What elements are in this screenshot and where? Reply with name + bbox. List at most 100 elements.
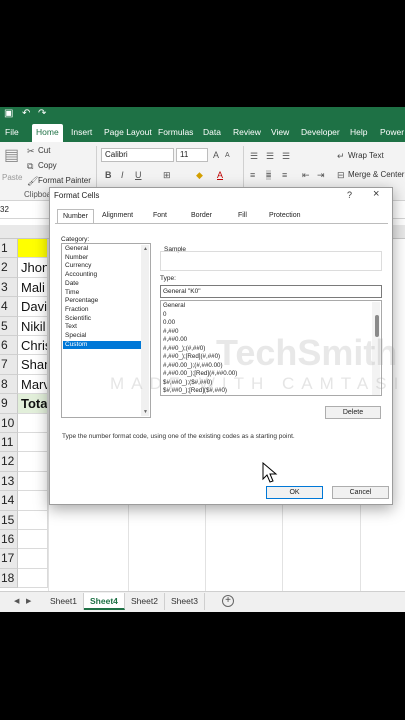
row-header[interactable]: 7 (0, 355, 18, 375)
bold-icon[interactable]: B (105, 170, 112, 180)
row-header[interactable]: 18 (0, 568, 18, 589)
row-header[interactable]: 12 (0, 452, 18, 472)
cell-a1[interactable] (18, 239, 48, 259)
save-icon[interactable]: ▣ (4, 108, 13, 120)
category-item[interactable]: General (63, 245, 141, 254)
cell-a4[interactable]: Davi (18, 297, 48, 317)
cell-a17[interactable] (18, 549, 48, 569)
align-right-icon[interactable]: ≡ (282, 170, 287, 180)
category-item[interactable]: Currency (63, 262, 141, 271)
name-box[interactable]: 32 (0, 205, 9, 214)
redo-icon[interactable]: ↷ (38, 108, 46, 120)
format-painter-icon[interactable]: 🖌 (27, 176, 38, 186)
decrease-indent-icon[interactable]: ⇤ (302, 170, 310, 180)
cell-a6[interactable]: Chris (18, 336, 48, 356)
category-item[interactable]: Accounting (63, 271, 141, 280)
copy-icon[interactable]: ⧉ (27, 161, 33, 171)
ok-button[interactable]: OK (266, 486, 323, 499)
cut-button[interactable]: Cut (38, 146, 50, 156)
align-top-icon[interactable]: ☰ (250, 151, 258, 161)
tab-developer[interactable]: Developer (297, 124, 344, 142)
cell-a14[interactable] (18, 491, 48, 511)
row-header[interactable]: 11 (0, 433, 18, 453)
merge-center-button[interactable]: Merge & Center (348, 170, 404, 180)
sheet-tab-sheet4[interactable]: Sheet4 (84, 593, 125, 610)
row-header[interactable]: 4 (0, 297, 18, 317)
cell-a13[interactable] (18, 471, 48, 492)
category-item[interactable]: Number (63, 254, 141, 263)
scroll-tabs-right-icon[interactable]: ▶ (26, 597, 31, 607)
category-item-selected[interactable]: Custom (63, 340, 141, 350)
tab-home[interactable]: Home (32, 124, 63, 142)
font-size-box[interactable]: 11 (176, 148, 208, 162)
tab-formulas[interactable]: Formulas (154, 124, 197, 142)
category-item[interactable]: Fraction (63, 306, 141, 315)
delete-button[interactable]: Delete (325, 406, 381, 419)
format-code-item[interactable]: #,##0.00_);(#,##0.00) (163, 362, 223, 371)
wrap-text-button[interactable]: Wrap Text (348, 151, 384, 161)
cell-a15[interactable] (18, 510, 48, 530)
fill-color-icon[interactable]: ◆ (196, 170, 203, 180)
sheet-tab-sheet1[interactable]: Sheet1 (44, 593, 84, 610)
tab-view[interactable]: View (267, 124, 293, 142)
close-button[interactable]: × (373, 188, 379, 200)
cell-a3[interactable]: Mali (18, 277, 48, 298)
cancel-button[interactable]: Cancel (332, 486, 389, 499)
wrap-text-icon[interactable]: ↵ (337, 151, 345, 161)
cell-a12[interactable] (18, 452, 48, 472)
scroll-down-icon[interactable]: ▼ (143, 409, 148, 415)
row-header[interactable]: 2 (0, 258, 18, 278)
tab-help[interactable]: Help (346, 124, 371, 142)
tab-data[interactable]: Data (199, 124, 225, 142)
row-header[interactable]: 1 (0, 239, 18, 259)
format-code-item[interactable]: #,##0_);[Red](#,##0) (163, 353, 220, 362)
increase-font-icon[interactable]: A (213, 150, 219, 160)
cell-a9[interactable]: Tota (18, 394, 48, 414)
row-header[interactable]: 15 (0, 510, 18, 530)
format-code-item[interactable]: #,##0_);(#,##0) (163, 345, 205, 354)
add-sheet-button[interactable]: + (222, 595, 234, 607)
copy-button[interactable]: Copy (38, 161, 57, 171)
align-center-icon[interactable]: ≡ (266, 170, 272, 180)
category-item[interactable]: Scientific (63, 315, 141, 324)
decrease-font-icon[interactable]: A (225, 151, 230, 161)
cell-a7[interactable]: Shan (18, 355, 48, 375)
tab-review[interactable]: Review (229, 124, 265, 142)
paste-label[interactable]: Paste (2, 173, 22, 183)
sheet-tab-sheet3[interactable]: Sheet3 (165, 593, 205, 610)
tab-fill[interactable]: Fill (238, 212, 247, 219)
align-middle-icon[interactable]: ☰ (266, 151, 274, 161)
row-header[interactable]: 3 (0, 277, 18, 298)
font-name-box[interactable]: Calibri (101, 148, 174, 162)
cut-icon[interactable]: ✂ (27, 146, 35, 156)
category-item[interactable]: Special (63, 332, 141, 341)
scroll-tabs-left-icon[interactable]: ◀ (14, 597, 19, 607)
borders-icon[interactable]: ⊞ (163, 170, 171, 180)
tab-alignment[interactable]: Alignment (102, 212, 133, 219)
cell-a5[interactable]: Nikil (18, 316, 48, 336)
row-header[interactable]: 17 (0, 549, 18, 569)
merge-center-icon[interactable]: ⊟ (337, 170, 345, 180)
cell-a16[interactable] (18, 530, 48, 550)
increase-indent-icon[interactable]: ⇥ (317, 170, 325, 180)
cell-a8[interactable]: Marv (18, 374, 48, 395)
tab-number[interactable]: Number (57, 209, 94, 224)
cell-a11[interactable] (18, 433, 48, 453)
cell-a2[interactable]: Jhon (18, 258, 48, 278)
align-left-icon[interactable]: ≡ (250, 170, 255, 180)
category-item[interactable]: Time (63, 289, 141, 298)
row-header[interactable]: 8 (0, 374, 18, 395)
category-item[interactable]: Text (63, 323, 141, 332)
category-item[interactable]: Percentage (63, 297, 141, 306)
help-button[interactable]: ? (347, 190, 352, 200)
cell-a18[interactable] (18, 568, 48, 589)
format-code-item[interactable]: 0 (163, 311, 166, 320)
tab-border[interactable]: Border (191, 212, 212, 219)
row-header[interactable]: 9 (0, 394, 18, 414)
tab-font[interactable]: Font (153, 212, 167, 219)
underline-icon[interactable]: U (135, 170, 142, 180)
undo-icon[interactable]: ↶ (22, 108, 30, 120)
row-header[interactable]: 16 (0, 530, 18, 550)
row-header[interactable]: 14 (0, 491, 18, 511)
paste-icon[interactable]: ▤ (4, 148, 19, 164)
